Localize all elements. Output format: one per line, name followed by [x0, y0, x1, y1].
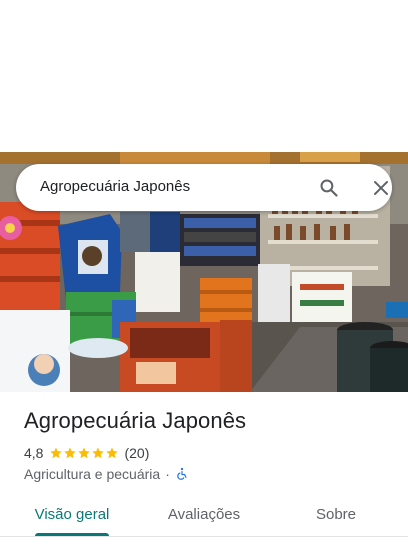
star-icon	[64, 447, 77, 459]
rating-stars	[49, 446, 119, 460]
place-title: Agropecuária Japonês	[24, 408, 247, 433]
search-bar[interactable]: Agropecuária Japonês	[16, 164, 392, 211]
star-icon	[78, 447, 91, 459]
review-count[interactable]: (20)	[124, 445, 149, 461]
close-icon[interactable]	[369, 176, 393, 200]
category-row: Agricultura e pecuária ·	[24, 465, 189, 483]
rating-value: 4,8	[24, 445, 44, 461]
wheelchair-icon	[177, 467, 187, 480]
separator-dot: ·	[165, 466, 170, 482]
star-icon	[106, 447, 119, 459]
tabs-divider	[0, 536, 408, 537]
top-blank-area	[0, 0, 408, 152]
rating-row[interactable]: 4,8 (20)	[24, 444, 149, 462]
place-category: Agricultura e pecuária	[24, 466, 161, 482]
tab-reviews[interactable]: Avaliações	[154, 496, 254, 532]
star-icon	[92, 447, 105, 459]
search-input[interactable]: Agropecuária Japonês	[40, 178, 190, 195]
tab-bar: Visão geral Avaliações Sobre	[0, 496, 408, 536]
tab-about[interactable]: Sobre	[286, 496, 386, 532]
tab-overview[interactable]: Visão geral	[22, 496, 122, 532]
search-icon[interactable]	[317, 176, 341, 200]
star-icon	[50, 447, 63, 459]
